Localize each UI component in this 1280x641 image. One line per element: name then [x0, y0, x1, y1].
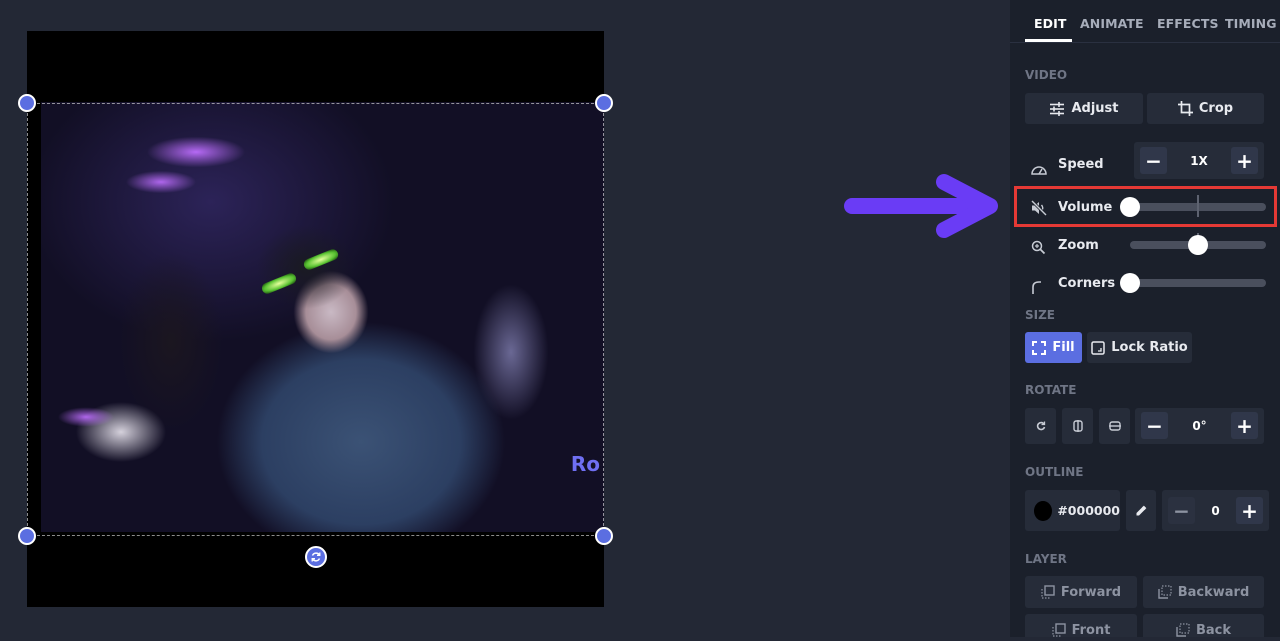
tab-animate[interactable]: ANIMATE	[1080, 16, 1144, 31]
flip-horizontal-button[interactable]	[1062, 408, 1093, 444]
section-label-outline: OUTLINE	[1025, 465, 1084, 479]
fill-label: Fill	[1052, 340, 1075, 355]
section-label-size: SIZE	[1025, 308, 1056, 322]
tab-timing[interactable]: TIMING	[1225, 16, 1277, 31]
rotate-clockwise-icon	[1036, 421, 1045, 431]
outline-width-stepper: − 0 +	[1162, 490, 1269, 531]
section-label-rotate: ROTATE	[1025, 383, 1077, 397]
section-label-video: VIDEO	[1025, 68, 1068, 82]
send-backward-button[interactable]: Backward	[1143, 576, 1264, 608]
bring-forward-icon	[1041, 585, 1055, 599]
tab-effects[interactable]: EFFECTS	[1157, 16, 1219, 31]
lock-ratio-button[interactable]: Lock Ratio	[1087, 332, 1192, 363]
crop-icon	[1177, 101, 1193, 116]
resize-handle-bottom-right[interactable]	[595, 527, 613, 545]
flip-horizontal-icon	[1072, 420, 1083, 432]
rotate-90-button[interactable]	[1025, 408, 1056, 444]
resize-handle-top-left[interactable]	[18, 94, 36, 112]
speed-value: 1X	[1190, 153, 1208, 168]
adjust-button[interactable]: Adjust	[1025, 93, 1143, 124]
bring-forward-button[interactable]: Forward	[1025, 576, 1137, 608]
speed-stepper: − 1X +	[1134, 142, 1264, 179]
backward-label: Backward	[1177, 584, 1250, 600]
adjust-label: Adjust	[1071, 101, 1119, 116]
flip-vertical-icon	[1108, 421, 1121, 431]
outline-color-hex: #000000	[1057, 503, 1120, 518]
outline-width-value[interactable]: 0	[1200, 490, 1231, 531]
send-to-back-icon	[1176, 623, 1190, 637]
zoom-slider[interactable]	[1130, 233, 1266, 255]
flip-vertical-button[interactable]	[1099, 408, 1130, 444]
sliders-icon	[1050, 101, 1065, 116]
panel-bottom-edge	[1010, 637, 1280, 641]
rotation-decrease-button[interactable]: −	[1141, 412, 1168, 439]
lock-ratio-label: Lock Ratio	[1111, 340, 1188, 355]
rotate-icon	[311, 552, 321, 562]
properties-panel: EDIT ANIMATE EFFECTS TIMING VIDEO Adjust…	[1010, 0, 1280, 641]
corners-slider-thumb[interactable]	[1120, 273, 1140, 293]
corners-label: Corners	[1058, 276, 1116, 291]
speedometer-icon	[1031, 166, 1047, 175]
selection-box[interactable]	[27, 103, 604, 536]
crop-label: Crop	[1198, 101, 1234, 116]
resize-handle-bottom-left[interactable]	[18, 527, 36, 545]
resize-handle-top-right[interactable]	[595, 94, 613, 112]
send-backward-icon	[1158, 585, 1172, 599]
outline-decrease-button[interactable]: −	[1168, 497, 1195, 524]
outline-increase-button[interactable]: +	[1236, 497, 1263, 524]
bring-to-front-icon	[1051, 623, 1066, 637]
zoom-slider-thumb[interactable]	[1188, 235, 1208, 255]
front-label: Front	[1071, 622, 1111, 638]
speed-label: Speed	[1058, 157, 1104, 172]
eyedropper-button[interactable]	[1126, 490, 1156, 531]
outline-color-picker[interactable]: #000000	[1025, 490, 1120, 531]
fill-button[interactable]: Fill	[1025, 332, 1082, 363]
crop-button[interactable]: Crop	[1147, 93, 1264, 124]
volume-highlight-annotation	[1014, 186, 1277, 227]
rotation-stepper: − 0° +	[1135, 408, 1264, 444]
annotation-arrow-icon	[844, 174, 998, 238]
expand-icon	[1032, 340, 1047, 355]
tab-bar: EDIT ANIMATE EFFECTS TIMING	[1010, 0, 1280, 43]
speed-increase-button[interactable]: +	[1231, 147, 1258, 174]
tab-edit[interactable]: EDIT	[1034, 16, 1067, 31]
eyedropper-icon	[1136, 505, 1147, 515]
zoom-icon	[1031, 240, 1046, 255]
rotate-handle[interactable]	[305, 546, 327, 568]
zoom-label: Zoom	[1058, 238, 1099, 253]
speed-decrease-button[interactable]: −	[1140, 147, 1167, 174]
back-label: Back	[1195, 622, 1232, 638]
corner-radius-icon	[1032, 281, 1041, 294]
active-tab-indicator	[1025, 39, 1072, 42]
forward-label: Forward	[1060, 584, 1122, 600]
section-label-layer: LAYER	[1025, 552, 1067, 566]
aspect-ratio-icon	[1091, 340, 1105, 355]
rotation-value[interactable]: 0°	[1173, 408, 1226, 444]
corners-slider[interactable]	[1120, 273, 1266, 293]
rotation-increase-button[interactable]: +	[1231, 412, 1258, 439]
outline-color-swatch	[1034, 500, 1053, 521]
